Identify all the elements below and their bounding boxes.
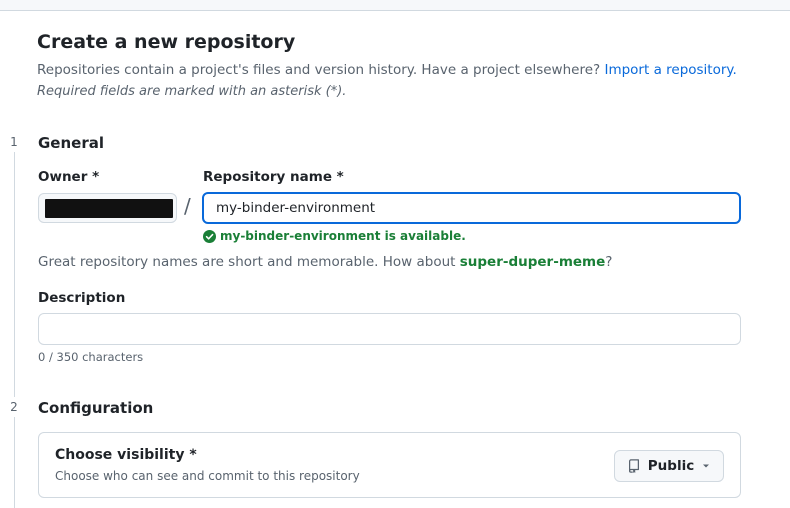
top-bar [0, 0, 790, 11]
import-repository-link[interactable]: Import a repository. [604, 62, 736, 78]
availability-text: my-binder-environment is available. [220, 229, 466, 243]
visibility-dropdown-button[interactable]: Public [614, 450, 724, 482]
hint-prefix: Great repository names are short and mem… [38, 254, 460, 270]
hint-suffix: ? [605, 254, 613, 270]
visibility-title: Choose visibility * [55, 447, 197, 463]
required-fields-note: Required fields are marked with an aster… [37, 84, 347, 99]
suggested-name-link[interactable]: super-duper-meme [460, 254, 606, 270]
section-title-configuration: Configuration [38, 399, 154, 417]
owner-select[interactable] [38, 193, 177, 223]
description-char-counter: 0 / 350 characters [38, 350, 144, 364]
triangle-down-icon [703, 464, 710, 468]
step-number-general: 1 [4, 132, 24, 152]
check-circle-icon [203, 229, 216, 243]
visibility-value: Public [647, 458, 695, 474]
repo-icon [628, 459, 639, 473]
timeline-line [14, 132, 15, 508]
description-label: Description [38, 290, 126, 306]
description-input[interactable] [38, 313, 741, 345]
repository-name-input[interactable] [202, 192, 741, 224]
visibility-panel: Choose visibility * Choose who can see a… [38, 432, 741, 498]
owner-label: Owner * [38, 169, 100, 185]
step-number-configuration: 2 [4, 397, 24, 417]
section-title-general: General [38, 134, 104, 152]
repository-name-label: Repository name * [203, 169, 344, 185]
intro-description: Repositories contain a project's files a… [37, 62, 605, 78]
availability-message: my-binder-environment is available. [203, 229, 466, 243]
visibility-subtitle: Choose who can see and commit to this re… [55, 469, 360, 483]
name-suggestion-hint: Great repository names are short and mem… [38, 254, 612, 270]
page-title: Create a new repository [37, 31, 296, 53]
intro-text: Repositories contain a project's files a… [37, 62, 737, 78]
owner-repo-separator: / [184, 194, 191, 218]
owner-redacted-block [45, 199, 173, 218]
